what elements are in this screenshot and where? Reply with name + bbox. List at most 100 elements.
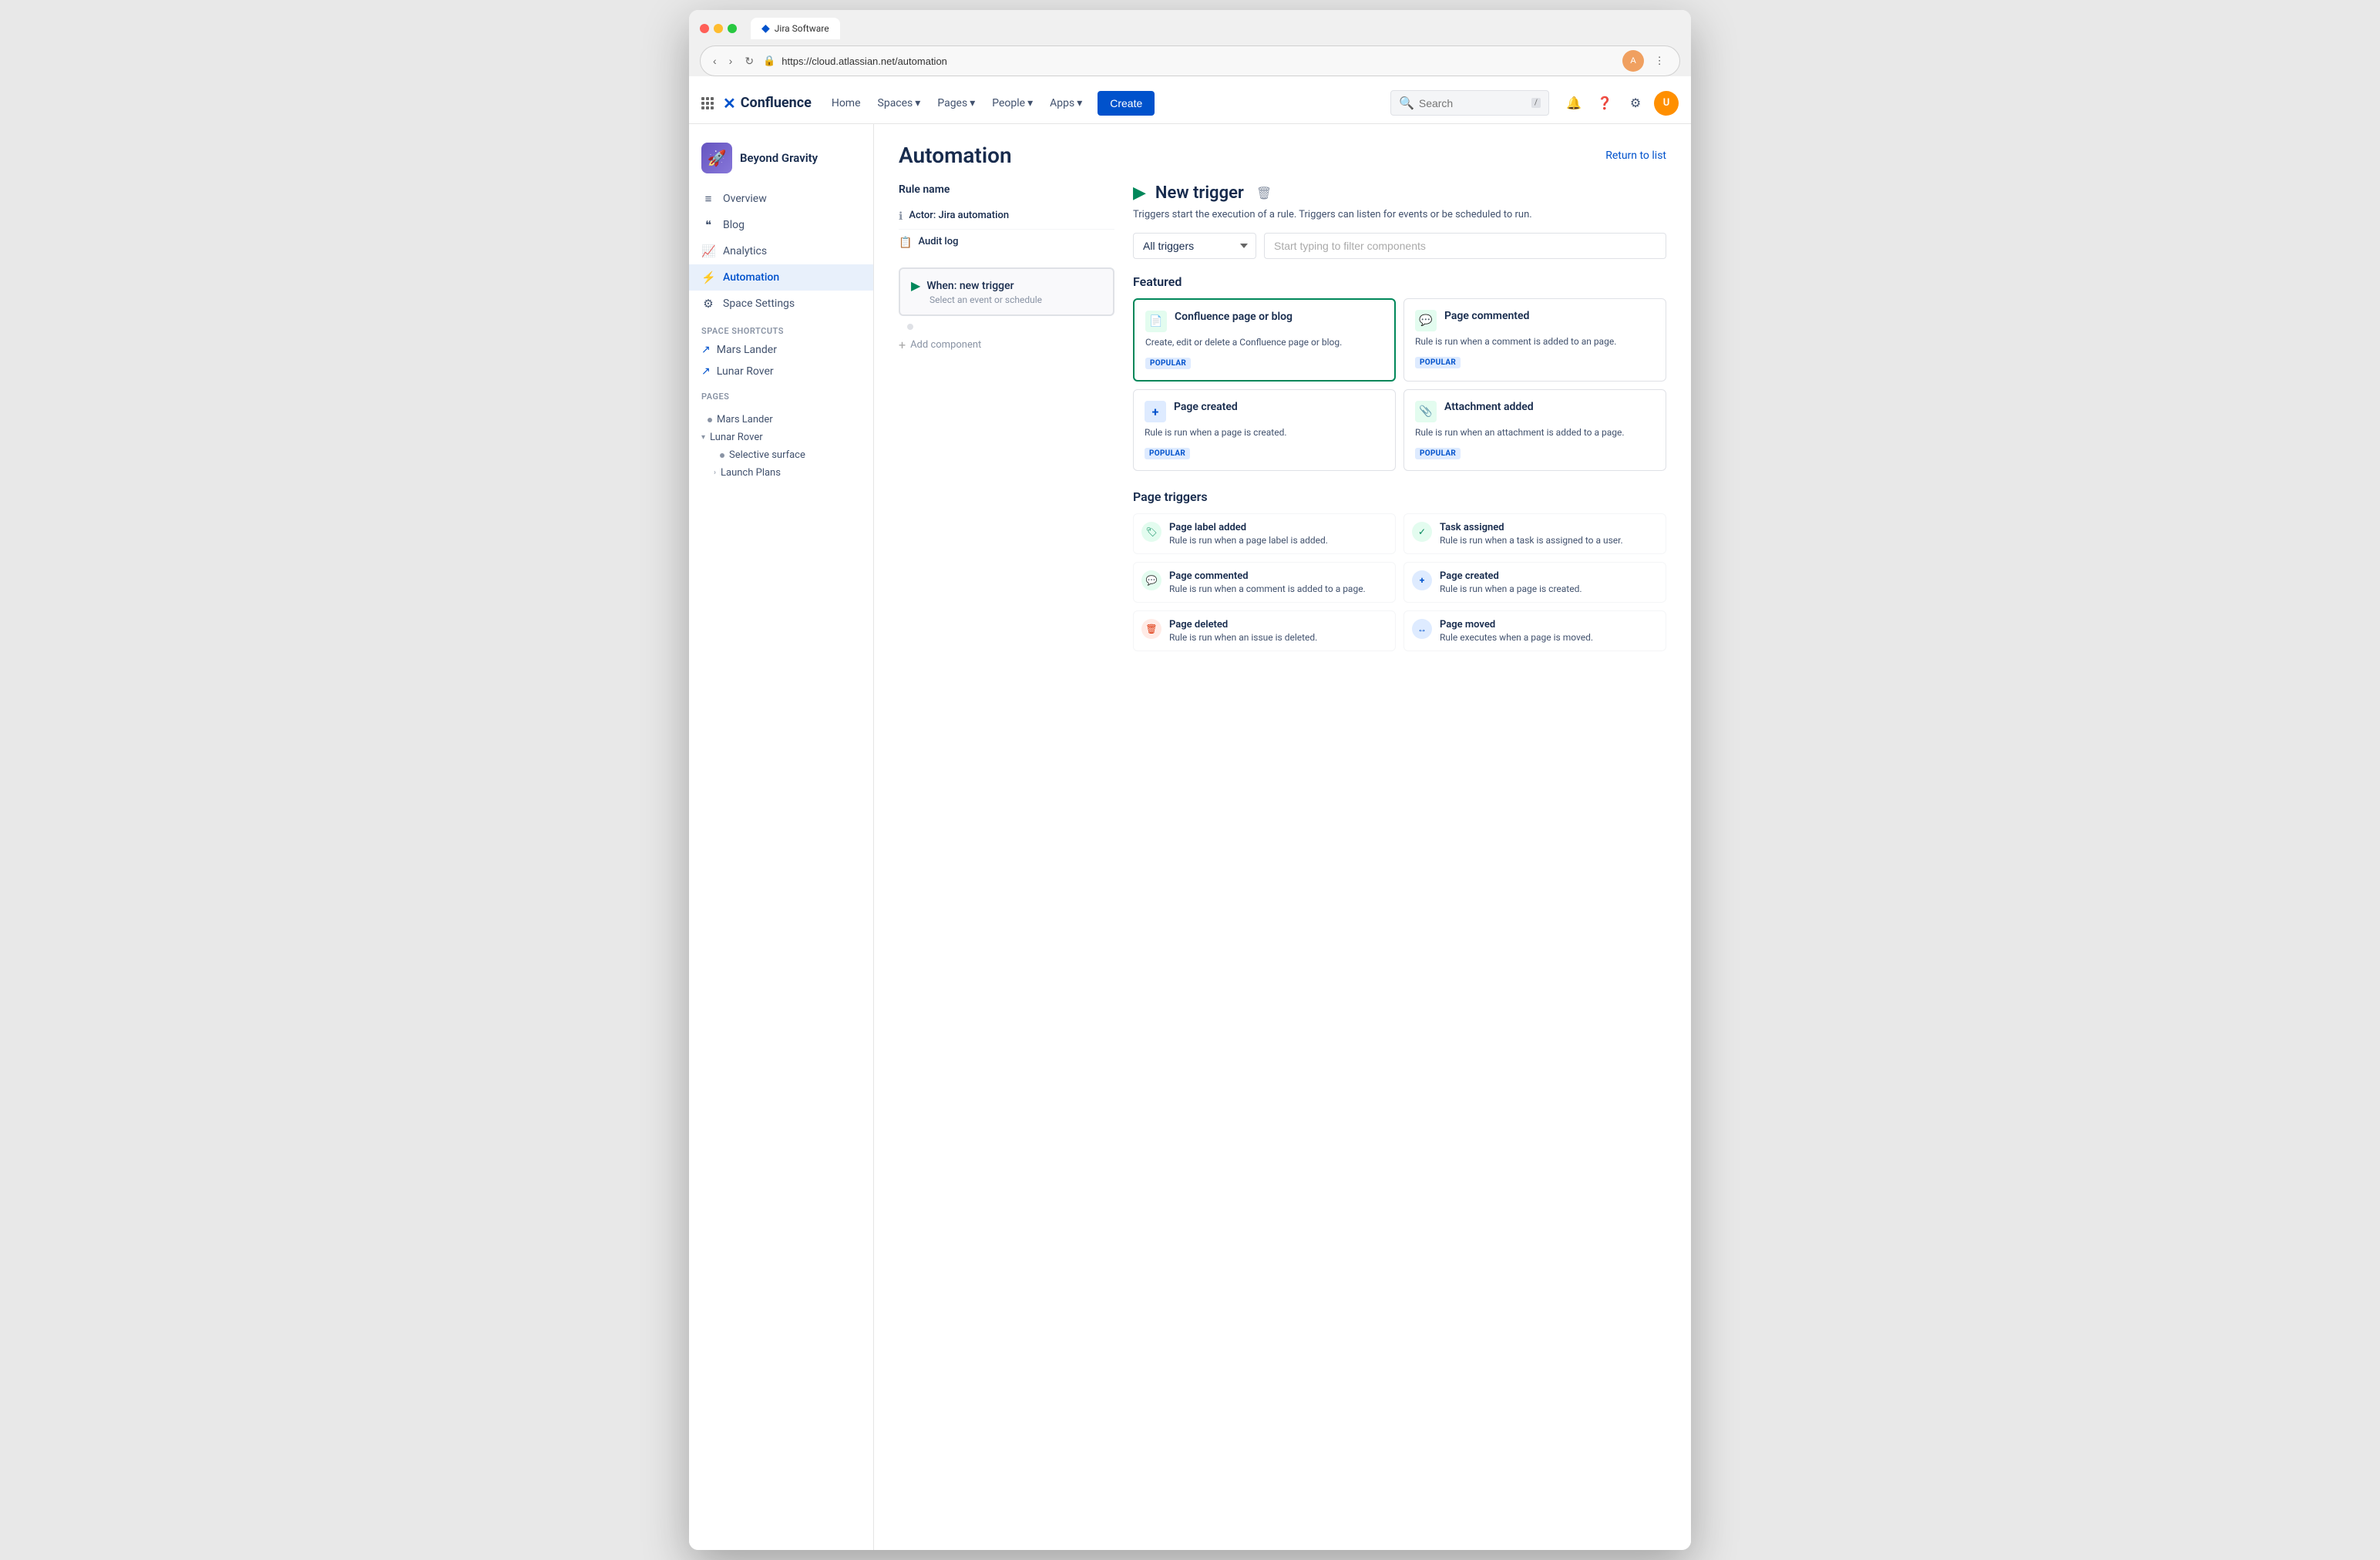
trigger-title: When: new trigger <box>926 280 1014 292</box>
filter-input[interactable] <box>1264 233 1666 259</box>
trigger-subtitle: Select an event or schedule <box>929 294 1102 305</box>
shortcut-mars-lander[interactable]: ↗ Mars Lander <box>689 339 873 361</box>
confluence-page-name: Confluence page or blog <box>1175 311 1293 323</box>
triggers-dropdown[interactable]: All triggers <box>1133 233 1256 259</box>
space-avatar: 🚀 <box>701 143 732 173</box>
settings-label: Space Settings <box>723 298 795 310</box>
help-button[interactable]: ❓ <box>1592 91 1617 116</box>
minimize-button[interactable] <box>714 24 723 33</box>
forward-button[interactable]: › <box>726 53 736 69</box>
content-area: 🚀 Beyond Gravity ≡ Overview ❝ Blog 📈 <box>689 124 1691 1550</box>
app: ✕ Confluence Home Spaces▾ Pages▾ People▾… <box>689 82 1691 1550</box>
featured-card-page-commented[interactable]: 💬 Page commented Rule is run when a comm… <box>1403 298 1666 382</box>
confluence-logo[interactable]: ✕ Confluence <box>723 94 812 113</box>
trigger-delete-icon[interactable]: 🗑 <box>1256 186 1272 200</box>
refresh-button[interactable]: ↻ <box>741 53 757 69</box>
browser-menu-button[interactable]: ⋮ <box>1649 50 1670 72</box>
home-link[interactable]: Home <box>824 92 869 114</box>
confluence-logo-icon: ✕ <box>723 94 736 113</box>
trigger-item-page-deleted[interactable]: 🗑 Page deleted Rule is run when an issue… <box>1133 610 1396 651</box>
shortcut-label-2: Lunar Rover <box>717 365 774 378</box>
trigger-block[interactable]: ▶ When: new trigger Select an event or s… <box>899 267 1114 316</box>
back-button[interactable]: ‹ <box>710 53 720 69</box>
tab-icon: ◆ <box>761 22 770 35</box>
popular-badge-3: POPULAR <box>1145 448 1190 459</box>
sidebar: 🚀 Beyond Gravity ≡ Overview ❝ Blog 📈 <box>689 124 874 1550</box>
apps-link[interactable]: Apps▾ <box>1042 92 1090 114</box>
sidebar-item-automation[interactable]: ⚡ Automation <box>689 264 873 291</box>
page-triggers-title: Page triggers <box>1133 489 1666 504</box>
page-item-mars-lander[interactable]: Mars Lander <box>689 411 873 429</box>
featured-card-page-created[interactable]: + Page created Rule is run when a page i… <box>1133 389 1396 471</box>
featured-section: Featured 📄 Confluence page or blog Creat… <box>1133 274 1666 471</box>
trigger-item-page-created2[interactable]: + Page created Rule is run when a page i… <box>1403 562 1666 603</box>
pages-link[interactable]: Pages▾ <box>929 92 983 114</box>
trigger-item-page-label[interactable]: 🏷 Page label added Rule is run when a pa… <box>1133 513 1396 554</box>
settings-button[interactable]: ⚙ <box>1623 91 1648 116</box>
shortcut-lunar-rover[interactable]: ↗ Lunar Rover <box>689 361 873 382</box>
blog-icon: ❝ <box>701 218 715 232</box>
search-slash: / <box>1531 98 1541 108</box>
task-assigned-icon: ✓ <box>1412 522 1432 542</box>
pages-section: Mars Lander ▾ Lunar Rover Selective surf… <box>689 405 873 488</box>
page-bullet-2 <box>720 453 724 458</box>
spaces-link[interactable]: Spaces▾ <box>870 92 929 114</box>
sidebar-item-analytics[interactable]: 📈 Analytics <box>689 238 873 264</box>
user-profile-button[interactable]: A <box>1622 50 1644 72</box>
url-input[interactable] <box>782 55 1616 67</box>
maximize-button[interactable] <box>728 24 737 33</box>
confluence-page-desc: Create, edit or delete a Confluence page… <box>1145 337 1383 348</box>
sidebar-nav: ≡ Overview ❝ Blog 📈 Analytics ⚡ Automati… <box>689 186 873 317</box>
trigger-item-page-moved[interactable]: ↔ Page moved Rule executes when a page i… <box>1403 610 1666 651</box>
sidebar-item-overview[interactable]: ≡ Overview <box>689 186 873 212</box>
tc-header-page-commented: 💬 Page commented <box>1415 310 1655 331</box>
sidebar-item-settings[interactable]: ⚙ Space Settings <box>689 291 873 317</box>
tc-header-page-created: + Page created <box>1145 401 1384 422</box>
search-input[interactable] <box>1419 97 1527 109</box>
attachment-icon: 📎 <box>1415 401 1437 422</box>
main-content: Automation Return to list Rule name ℹ Ac… <box>874 124 1691 1550</box>
featured-card-confluence[interactable]: 📄 Confluence page or blog Create, edit o… <box>1133 298 1396 382</box>
sidebar-item-blog[interactable]: ❝ Blog <box>689 212 873 238</box>
featured-card-attachment[interactable]: 📎 Attachment added Rule is run when an a… <box>1403 389 1666 471</box>
trigger-play-icon: ▶ <box>911 278 920 293</box>
browser-tab[interactable]: ◆ Jira Software <box>751 18 840 39</box>
popular-badge-1: POPULAR <box>1145 358 1191 369</box>
page-item-selective-surface[interactable]: Selective surface <box>701 446 873 464</box>
trigger-item-page-commented[interactable]: 💬 Page commented Rule is run when a comm… <box>1133 562 1396 603</box>
trigger-item-task-assigned[interactable]: ✓ Task assigned Rule is run when a task … <box>1403 513 1666 554</box>
notifications-button[interactable]: 🔔 <box>1561 91 1586 116</box>
user-avatar[interactable]: U <box>1654 91 1679 116</box>
create-button[interactable]: Create <box>1098 91 1155 116</box>
add-component[interactable]: + Add component <box>899 331 1114 358</box>
page-commented2-icon: 💬 <box>1141 570 1161 590</box>
page-chevron-lunar: ▾ <box>701 433 705 442</box>
audit-log-item[interactable]: 📋 Audit log <box>899 229 1114 255</box>
space-name: Beyond Gravity <box>740 151 818 165</box>
tli-content-task-assigned: Task assigned Rule is run when a task is… <box>1440 522 1623 546</box>
trigger-setup: ▶ New trigger 🗑 Triggers start the execu… <box>1133 183 1666 651</box>
close-button[interactable] <box>700 24 709 33</box>
people-link[interactable]: People▾ <box>984 92 1040 114</box>
page-label-mars: Mars Lander <box>717 414 773 425</box>
search-bar[interactable]: 🔍 / <box>1390 90 1549 116</box>
featured-cards-grid: 📄 Confluence page or blog Create, edit o… <box>1133 298 1666 471</box>
settings-icon: ⚙ <box>701 297 715 311</box>
shortcuts-title: SPACE SHORTCUTS <box>689 317 873 339</box>
page-item-lunar-rover[interactable]: ▾ Lunar Rover <box>689 429 873 446</box>
page-commented-desc: Rule is run when a comment is added to a… <box>1415 336 1655 347</box>
pages-title: PAGES <box>689 382 873 405</box>
apps-grid-icon[interactable] <box>701 97 714 109</box>
actor-label: Actor: Jira automation <box>909 210 1009 221</box>
tli-content-page-deleted: Page deleted Rule is run when an issue i… <box>1169 619 1317 643</box>
rule-details-icon: ℹ <box>899 210 903 223</box>
tli-content-page-commented: Page commented Rule is run when a commen… <box>1169 570 1366 594</box>
page-deleted-icon: 🗑 <box>1141 619 1161 639</box>
page-commented-icon: 💬 <box>1415 310 1437 331</box>
return-to-list-link[interactable]: Return to list <box>1605 150 1666 162</box>
tli-content-page-moved: Page moved Rule executes when a page is … <box>1440 619 1593 643</box>
page-item-launch-plans[interactable]: › Launch Plans <box>701 464 873 482</box>
trigger-setup-play-icon: ▶ <box>1133 183 1146 203</box>
traffic-lights <box>700 24 737 33</box>
rule-details-content: Actor: Jira automation <box>909 210 1009 221</box>
